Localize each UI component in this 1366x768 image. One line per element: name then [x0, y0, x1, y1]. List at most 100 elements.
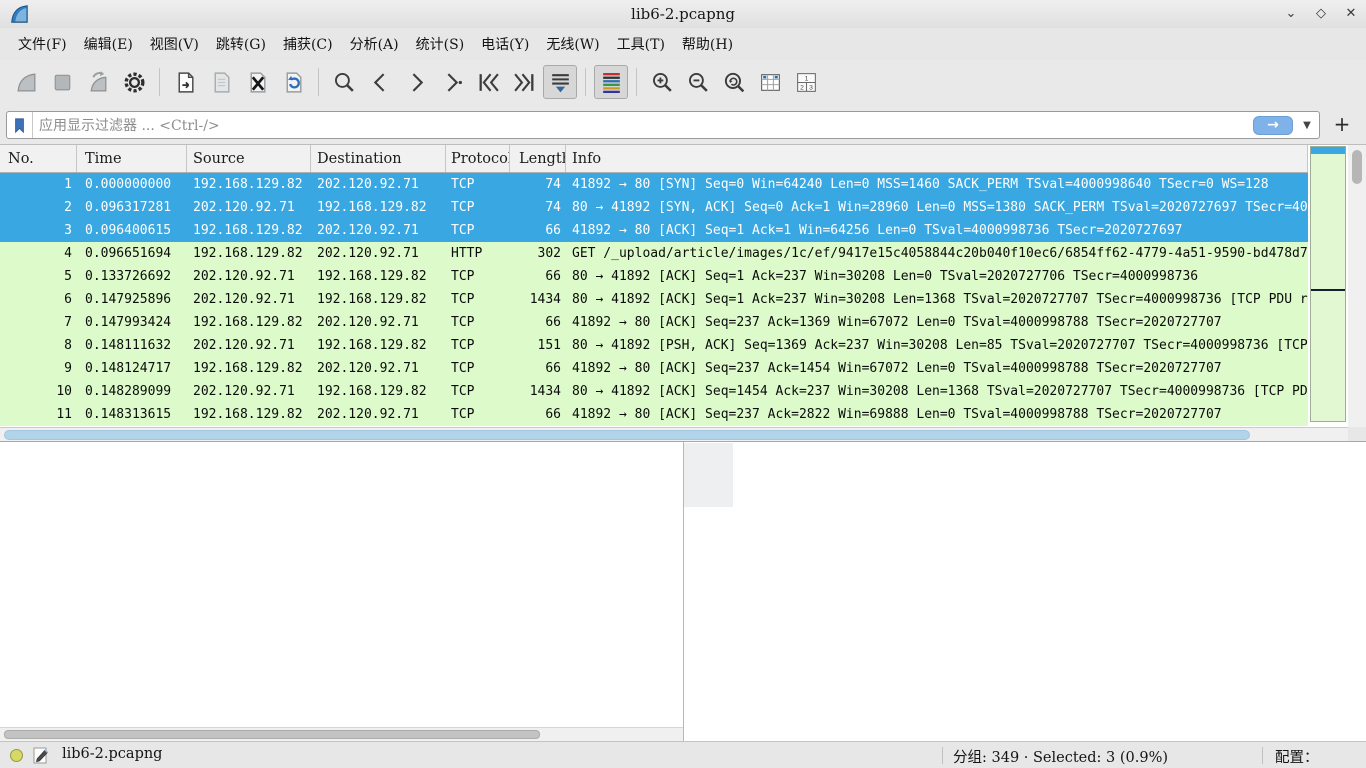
add-filter-button[interactable]: +	[1330, 112, 1354, 136]
packet-list-rows: 10.000000000192.168.129.82202.120.92.71T…	[0, 173, 1308, 426]
menu-item-E[interactable]: 编辑(E)	[76, 30, 141, 58]
vertical-scrollbar-thumb[interactable]	[1352, 150, 1362, 184]
minimap-selected-range	[1311, 147, 1345, 154]
menu-item-F[interactable]: 文件(F)	[10, 30, 75, 58]
open-file-button[interactable]	[168, 65, 202, 99]
status-separator	[942, 747, 943, 764]
packet-no-cell: 11	[0, 403, 77, 426]
maximize-button[interactable]: ◇	[1312, 5, 1330, 23]
filter-dropdown-caret[interactable]: ▼	[1298, 120, 1316, 131]
packet-time-cell: 0.147993424	[77, 311, 187, 334]
resize-columns-icon	[758, 70, 783, 95]
go-back-icon	[368, 70, 393, 95]
packet-row[interactable]: 50.133726692202.120.92.71192.168.129.82T…	[0, 265, 1308, 288]
resize-columns-button[interactable]	[753, 65, 787, 99]
menu-item-Y[interactable]: 电话(Y)	[473, 30, 537, 58]
packet-list-vertical-scrollbar[interactable]	[1348, 145, 1366, 427]
column-header-destination[interactable]: Destination	[311, 145, 446, 172]
packet-destination-cell: 202.120.92.71	[311, 242, 446, 265]
packet-row[interactable]: 80.148111632202.120.92.71192.168.129.82T…	[0, 334, 1308, 357]
menu-item-S[interactable]: 统计(S)	[408, 30, 473, 58]
packet-row[interactable]: 60.147925896202.120.92.71192.168.129.82T…	[0, 288, 1308, 311]
packet-no-cell: 1	[0, 173, 77, 196]
details-horizontal-scrollbar[interactable]	[0, 727, 683, 741]
zoom-reset-button[interactable]	[717, 65, 751, 99]
packet-protocol-cell: TCP	[446, 219, 510, 242]
packet-row[interactable]: 90.148124717192.168.129.82202.120.92.71T…	[0, 357, 1308, 380]
column-header-time[interactable]: Time	[77, 145, 187, 172]
packet-row[interactable]: 30.096400615192.168.129.82202.120.92.71T…	[0, 219, 1308, 242]
status-filename: lib6-2.pcapng	[62, 746, 162, 762]
packet-info-cell: 80 → 41892 [ACK] Seq=1 Ack=237 Win=30208…	[566, 265, 1308, 288]
zoom-out-button[interactable]	[681, 65, 715, 99]
minimap-mark-line	[1311, 289, 1345, 291]
capture-comment-icon[interactable]	[33, 747, 49, 764]
packet-source-cell: 202.120.92.71	[187, 334, 311, 357]
column-header-length[interactable]: Length	[510, 145, 566, 172]
zoom-in-button[interactable]	[645, 65, 679, 99]
packet-row[interactable]: 100.148289099202.120.92.71192.168.129.82…	[0, 380, 1308, 403]
menu-item-V[interactable]: 视图(V)	[142, 30, 207, 58]
packet-list-horizontal-scrollbar[interactable]	[0, 427, 1348, 441]
close-button[interactable]: ✕	[1342, 5, 1360, 23]
packet-no-cell: 10	[0, 380, 77, 403]
restart-capture-button[interactable]	[81, 65, 115, 99]
menu-item-H[interactable]: 帮助(H)	[674, 30, 741, 58]
column-header-no[interactable]: No.	[0, 145, 77, 172]
packet-row[interactable]: 40.096651694192.168.129.82202.120.92.71H…	[0, 242, 1308, 265]
menu-item-T[interactable]: 工具(T)	[609, 30, 673, 58]
menu-item-W[interactable]: 无线(W)	[538, 30, 607, 58]
column-header-protocol[interactable]: Protocol	[446, 145, 510, 172]
packet-row[interactable]: 70.147993424192.168.129.82202.120.92.71T…	[0, 311, 1308, 334]
column-header-info[interactable]: Info	[566, 145, 1308, 172]
packet-row[interactable]: 10.000000000192.168.129.82202.120.92.71T…	[0, 173, 1308, 196]
find-packet-button[interactable]	[327, 65, 361, 99]
packet-length-cell: 66	[510, 357, 566, 380]
find-packet-icon	[332, 70, 357, 95]
packet-count-summary: 分组: 349 · Selected: 3 (0.9%)	[953, 746, 1168, 767]
svg-text:2: 2	[800, 84, 804, 91]
start-capture-button[interactable]	[9, 65, 43, 99]
packet-time-cell: 0.133726692	[77, 265, 187, 288]
menu-item-G[interactable]: 跳转(G)	[208, 30, 274, 58]
minimize-button[interactable]: ⌄	[1282, 5, 1300, 23]
go-to-packet-button[interactable]	[435, 65, 469, 99]
packet-source-cell: 192.168.129.82	[187, 357, 311, 380]
reload-file-button[interactable]	[276, 65, 310, 99]
intelligent-scrollbar-minimap[interactable]	[1310, 146, 1346, 422]
save-file-button[interactable]	[204, 65, 238, 99]
menu-item-C[interactable]: 捕获(C)	[275, 30, 341, 58]
packet-details-pane[interactable]	[0, 442, 683, 741]
stop-capture-button[interactable]	[45, 65, 79, 99]
first-packet-button[interactable]	[471, 65, 505, 99]
capture-options-button[interactable]	[117, 65, 151, 99]
auto-scroll-button[interactable]	[543, 65, 577, 99]
packet-time-cell: 0.096317281	[77, 196, 187, 219]
column-header-source[interactable]: Source	[187, 145, 311, 172]
last-packet-button[interactable]	[507, 65, 541, 99]
profile-selector[interactable]: 配置：Default	[1275, 746, 1366, 768]
packet-info-cell: GET /_upload/article/images/1c/ef/9417e1…	[566, 242, 1308, 265]
go-back-button[interactable]	[363, 65, 397, 99]
expert-info-icon[interactable]	[10, 749, 23, 762]
layout-button[interactable]: 123	[789, 65, 823, 99]
apply-filter-button[interactable]: →	[1253, 116, 1293, 135]
packet-info-cell: 80 → 41892 [ACK] Seq=1 Ack=237 Win=30208…	[566, 288, 1308, 311]
colorize-packets-button[interactable]	[594, 65, 628, 99]
horizontal-scrollbar-thumb[interactable]	[4, 430, 1250, 440]
go-to-packet-icon	[440, 70, 465, 95]
packet-row[interactable]: 20.096317281202.120.92.71192.168.129.82T…	[0, 196, 1308, 219]
zoom-in-icon	[650, 70, 675, 95]
close-file-button[interactable]	[240, 65, 274, 99]
details-scrollbar-thumb[interactable]	[4, 730, 540, 739]
packet-no-cell: 8	[0, 334, 77, 357]
display-filter-input[interactable]: 应用显示过滤器 ... <Ctrl-/> → ▼	[6, 111, 1320, 139]
capture-options-icon	[122, 70, 147, 95]
packet-bytes-pane[interactable]	[684, 442, 1366, 741]
packet-row[interactable]: 110.148313615192.168.129.82202.120.92.71…	[0, 403, 1308, 426]
packet-length-cell: 74	[510, 196, 566, 219]
menu-item-A[interactable]: 分析(A)	[342, 30, 407, 58]
toolbar-separator	[585, 68, 586, 96]
filter-bookmark-button[interactable]	[7, 112, 33, 138]
go-forward-button[interactable]	[399, 65, 433, 99]
